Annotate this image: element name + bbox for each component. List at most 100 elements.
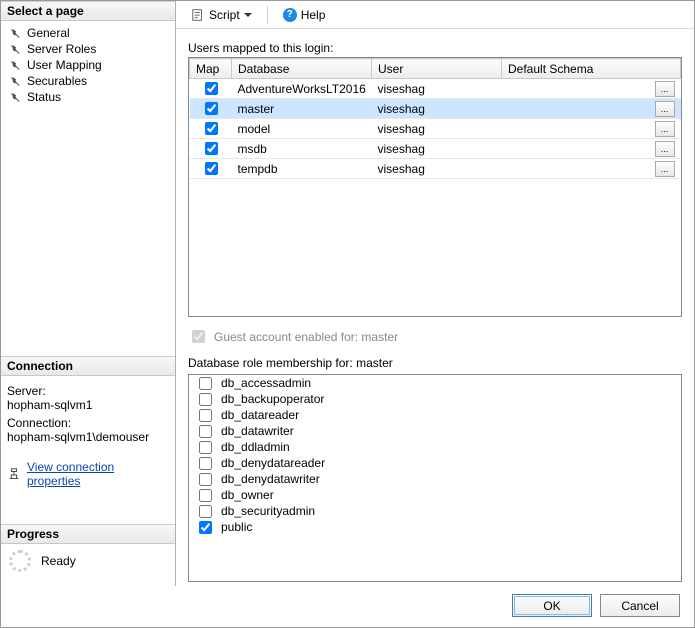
mapping-grid[interactable]: Map Database User Default Schema Adventu…	[188, 57, 682, 317]
schema-browse-button[interactable]: ...	[655, 141, 675, 157]
map-checkbox[interactable]	[205, 162, 218, 175]
role-name: db_datareader	[221, 408, 299, 422]
page-item-label: Securables	[27, 74, 87, 88]
role-checkbox[interactable]	[199, 489, 212, 502]
wrench-icon	[7, 58, 21, 72]
role-name: db_owner	[221, 488, 274, 502]
role-name: public	[221, 520, 252, 534]
chevron-down-icon	[244, 13, 252, 17]
role-checkbox[interactable]	[199, 441, 212, 454]
role-checkbox[interactable]	[199, 425, 212, 438]
cell-user: viseshag	[372, 99, 502, 119]
col-header-user[interactable]: User	[372, 59, 502, 79]
role-item[interactable]: db_denydatawriter	[189, 471, 681, 487]
page-item-server-roles[interactable]: Server Roles	[1, 41, 175, 57]
wrench-icon	[7, 90, 21, 104]
wrench-icon	[7, 26, 21, 40]
map-checkbox[interactable]	[205, 82, 218, 95]
schema-browse-button[interactable]: ...	[655, 81, 675, 97]
mapping-table: Map Database User Default Schema Adventu…	[189, 58, 681, 179]
guest-enabled-label: Guest account enabled for: master	[214, 330, 398, 344]
table-row[interactable]: msdbviseshag...	[190, 139, 681, 159]
script-button[interactable]: Script	[186, 6, 257, 24]
col-header-default-schema[interactable]: Default Schema	[502, 59, 681, 79]
page-item-general[interactable]: General	[1, 25, 175, 41]
role-item[interactable]: db_denydatareader	[189, 455, 681, 471]
role-item[interactable]: db_backupoperator	[189, 391, 681, 407]
role-name: db_denydatawriter	[221, 472, 320, 486]
map-checkbox[interactable]	[205, 142, 218, 155]
page-item-label: General	[27, 26, 70, 40]
right-panel: Script ? Help Users mapped to this login…	[176, 1, 694, 586]
cell-schema: ...	[502, 99, 681, 119]
role-name: db_securityadmin	[221, 504, 315, 518]
role-item[interactable]: db_owner	[189, 487, 681, 503]
role-checkbox[interactable]	[199, 393, 212, 406]
cell-schema: ...	[502, 119, 681, 139]
help-button[interactable]: ? Help	[278, 6, 331, 24]
dialog-footer: OK Cancel	[1, 586, 694, 627]
script-label: Script	[209, 8, 240, 22]
page-item-label: Server Roles	[27, 42, 96, 56]
schema-browse-button[interactable]: ...	[655, 121, 675, 137]
role-name: db_accessadmin	[221, 376, 311, 390]
cancel-button[interactable]: Cancel	[600, 594, 680, 617]
role-checkbox[interactable]	[199, 409, 212, 422]
progress-spinner-icon	[9, 550, 31, 572]
col-header-database[interactable]: Database	[232, 59, 372, 79]
connection-value: hopham-sqlvm1\demouser	[7, 430, 169, 444]
role-item[interactable]: db_datareader	[189, 407, 681, 423]
page-list: General Server Roles User Mapping	[1, 21, 175, 109]
role-item[interactable]: public	[189, 519, 681, 535]
table-row[interactable]: tempdbviseshag...	[190, 159, 681, 179]
wrench-icon	[7, 74, 21, 88]
role-checkbox[interactable]	[199, 505, 212, 518]
connection-block: Server: hopham-sqlvm1 Connection: hopham…	[1, 376, 175, 456]
script-icon	[191, 8, 205, 22]
role-item[interactable]: db_datawriter	[189, 423, 681, 439]
cell-schema: ...	[502, 139, 681, 159]
map-checkbox[interactable]	[205, 102, 218, 115]
role-checkbox[interactable]	[199, 377, 212, 390]
role-item[interactable]: db_securityadmin	[189, 503, 681, 519]
wrench-icon	[7, 42, 21, 56]
connection-label: Connection:	[7, 416, 169, 430]
view-connection-properties-link[interactable]: View connection properties	[27, 460, 169, 488]
dialog-root: Select a page General Server Roles	[0, 0, 695, 628]
role-name: db_denydatareader	[221, 456, 325, 470]
role-checkbox[interactable]	[199, 521, 212, 534]
table-row[interactable]: masterviseshag...	[190, 99, 681, 119]
left-panel: Select a page General Server Roles	[1, 1, 176, 586]
view-connection-properties[interactable]: View connection properties	[1, 456, 175, 494]
content: Users mapped to this login: Map Database…	[176, 29, 694, 586]
col-header-map[interactable]: Map	[190, 59, 232, 79]
roles-label: Database role membership for: master	[188, 356, 682, 370]
page-item-securables[interactable]: Securables	[1, 73, 175, 89]
page-item-status[interactable]: Status	[1, 89, 175, 105]
role-checkbox[interactable]	[199, 457, 212, 470]
cell-database: AdventureWorksLT2016	[232, 79, 372, 99]
cell-user: viseshag	[372, 159, 502, 179]
guest-account-line: Guest account enabled for: master	[188, 327, 682, 346]
server-label: Server:	[7, 384, 169, 398]
page-item-label: Status	[27, 90, 61, 104]
cell-database: msdb	[232, 139, 372, 159]
role-item[interactable]: db_ddladmin	[189, 439, 681, 455]
role-checkbox[interactable]	[199, 473, 212, 486]
progress-block: Ready	[1, 544, 175, 586]
table-row[interactable]: AdventureWorksLT2016viseshag...	[190, 79, 681, 99]
toolbar-separator	[267, 6, 268, 24]
table-row[interactable]: modelviseshag...	[190, 119, 681, 139]
role-item[interactable]: db_accessadmin	[189, 375, 681, 391]
roles-list[interactable]: db_accessadmindb_backupoperatordb_datare…	[188, 374, 682, 582]
schema-browse-button[interactable]: ...	[655, 101, 675, 117]
page-item-user-mapping[interactable]: User Mapping	[1, 57, 175, 73]
progress-header: Progress	[1, 524, 175, 544]
role-name: db_datawriter	[221, 424, 294, 438]
cell-database: model	[232, 119, 372, 139]
ok-button[interactable]: OK	[512, 594, 592, 617]
page-item-label: User Mapping	[27, 58, 102, 72]
schema-browse-button[interactable]: ...	[655, 161, 675, 177]
cell-user: viseshag	[372, 139, 502, 159]
map-checkbox[interactable]	[205, 122, 218, 135]
